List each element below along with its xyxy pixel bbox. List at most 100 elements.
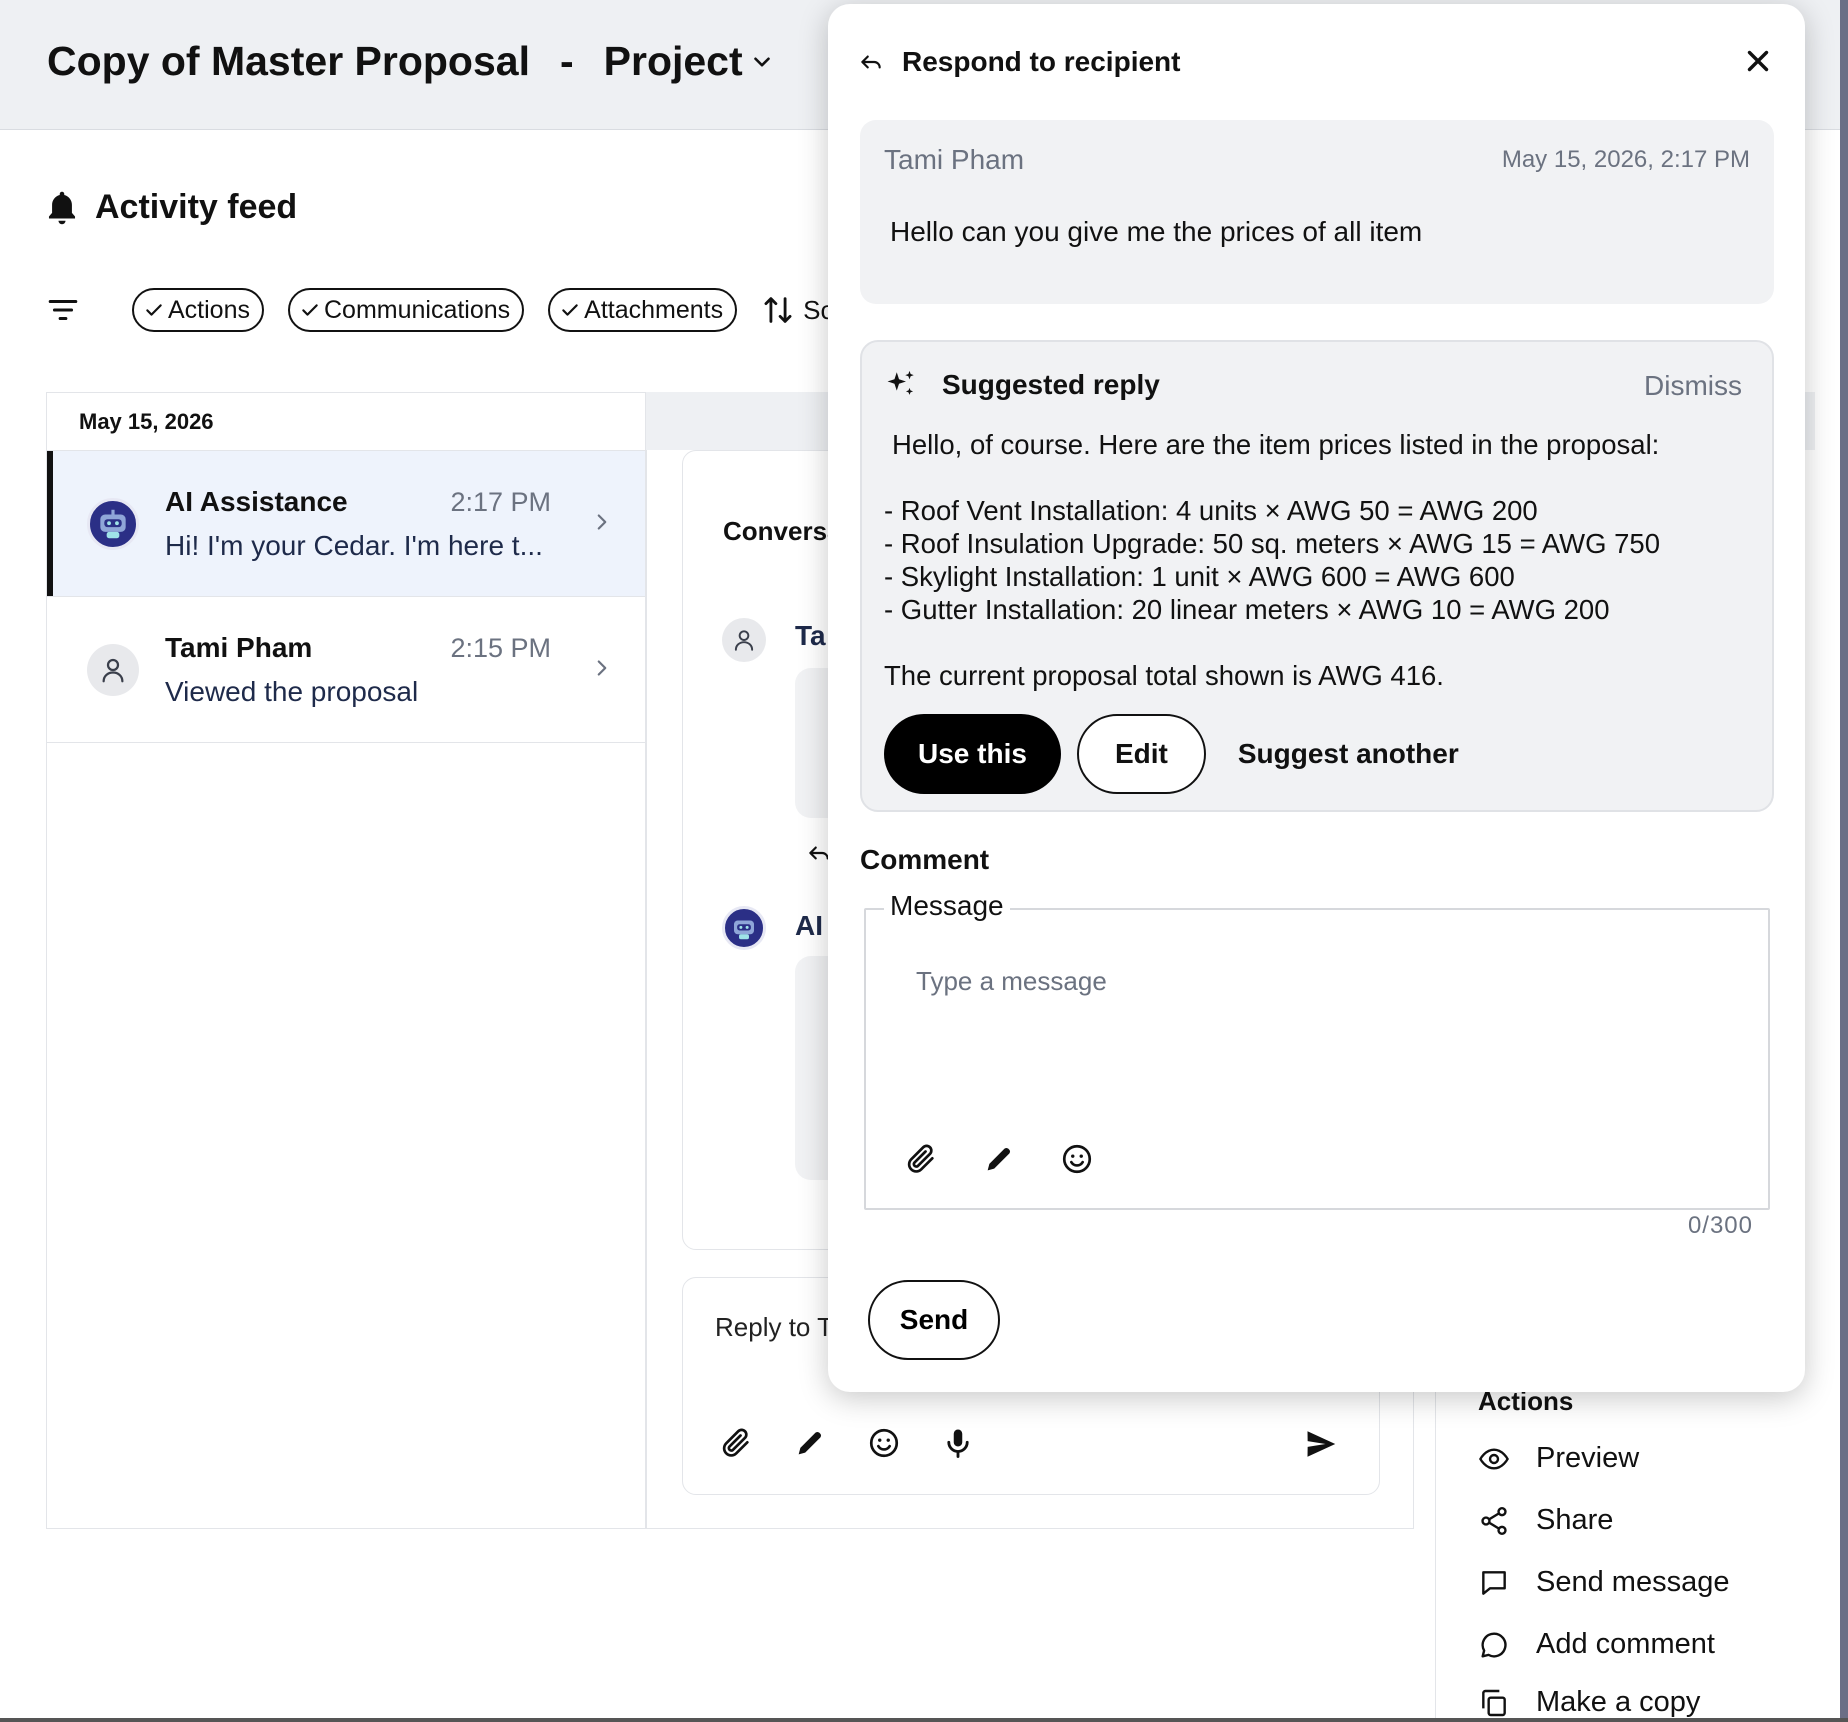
reply-input[interactable]: Reply to T (715, 1312, 833, 1343)
item-text: Tami Pham 2:15 PM Viewed the proposal (165, 632, 551, 708)
item-time: 2:15 PM (450, 632, 551, 663)
list-item[interactable]: AI Assistance 2:17 PM Hi! I'm your Cedar… (47, 451, 645, 597)
modal-title: Respond to recipient (902, 46, 1181, 77)
sort-button[interactable]: Sc (761, 293, 833, 327)
filter-icon[interactable] (46, 293, 80, 327)
original-message: Tami Pham May 15, 2026, 2:17 PM Hello ca… (860, 120, 1774, 304)
bell-icon (48, 191, 76, 224)
use-this-button[interactable]: Use this (884, 714, 1061, 794)
paperclip-icon[interactable] (904, 1142, 938, 1176)
message-sender: Tami Pham (884, 144, 1025, 175)
action-make-copy[interactable]: Make a copy (1478, 1686, 1700, 1719)
item-preview: Viewed the proposal (165, 675, 419, 707)
message-sender: Ta (795, 620, 826, 651)
avatar (87, 643, 139, 696)
conversation-title: Conversa (723, 516, 842, 546)
filter-chip-actions[interactable]: Actions (132, 288, 264, 332)
reply-toolbar (719, 1426, 975, 1460)
sparkle-icon (887, 370, 914, 395)
item-preview: Hi! I'm your Cedar. I'm here t... (165, 529, 543, 561)
item-name: Tami Pham (165, 631, 313, 663)
message-text: Hello can you give me the prices of all … (890, 216, 1423, 247)
project-selector[interactable]: Project (604, 38, 775, 85)
page-title: Copy of Master Proposal - Project (47, 38, 775, 85)
actions-panel: Actions Preview Share Send message Add c… (1435, 1360, 1840, 1722)
action-label: Make a copy (1536, 1686, 1701, 1718)
action-label: Preview (1536, 1442, 1640, 1474)
action-label: Send message (1536, 1566, 1730, 1598)
pencil-icon[interactable] (982, 1142, 1016, 1176)
avatar (722, 906, 766, 950)
paperclip-icon[interactable] (719, 1426, 753, 1460)
dismiss-button[interactable]: Dismiss (1644, 370, 1742, 402)
action-preview[interactable]: Preview (1478, 1442, 1639, 1475)
project-label: Project (603, 38, 743, 84)
pencil-icon[interactable] (793, 1426, 827, 1460)
check-icon (146, 304, 162, 316)
item-text: AI Assistance 2:17 PM Hi! I'm your Cedar… (165, 486, 551, 562)
item-name: AI Assistance (165, 485, 348, 517)
share-icon (1481, 1506, 1507, 1535)
suggested-reply-header: Suggested reply (884, 368, 1160, 402)
date-group-header: May 15, 2026 (47, 393, 645, 451)
suggestion-line: - Gutter Installation: 20 linear meters … (884, 594, 1610, 625)
suggestion-total: The current proposal total shown is AWG … (884, 660, 1444, 691)
comment-label: Comment (860, 844, 990, 875)
window-edge (1840, 0, 1848, 1722)
message-input[interactable]: Type a message (916, 966, 1107, 997)
message-toolbar (904, 1142, 1094, 1176)
reply-arrow-icon (861, 55, 881, 69)
chip-label: Actions (168, 295, 250, 324)
filter-chip-communications[interactable]: Communications (287, 288, 525, 332)
send-icon[interactable] (1303, 1426, 1339, 1462)
sort-icon (764, 297, 792, 323)
action-add-comment[interactable]: Add comment (1478, 1628, 1715, 1661)
activity-feed-header: Activity feed (45, 188, 297, 227)
message-timestamp: May 15, 2026, 2:17 PM (1501, 146, 1750, 173)
smiley-icon[interactable] (867, 1426, 901, 1460)
copy-icon (1482, 1689, 1506, 1716)
proposal-title: Copy of Master Proposal (47, 38, 530, 84)
chevron-down-icon (753, 56, 770, 67)
chip-label: Communications (323, 295, 511, 324)
chip-label: Attachments (584, 295, 724, 324)
suggestion-intro: Hello, of course. Here are the item pric… (892, 429, 1660, 460)
suggestion-line: - Roof Vent Installation: 4 units × AWG … (884, 495, 1538, 526)
smiley-icon[interactable] (1060, 1142, 1094, 1176)
suggest-another-button[interactable]: Suggest another (1238, 738, 1459, 770)
robot-icon (100, 509, 126, 538)
suggestion-line: - Roof Insulation Upgrade: 50 sq. meters… (884, 528, 1660, 559)
action-share[interactable]: Share (1478, 1504, 1613, 1537)
edit-button[interactable]: Edit (1076, 714, 1206, 794)
item-time: 2:17 PM (450, 486, 551, 517)
suggested-reply-card: Suggested reply Dismiss Hello, of course… (860, 340, 1774, 812)
user-icon (102, 658, 124, 682)
user-icon (734, 630, 754, 651)
message-field[interactable]: Message Type a message (864, 890, 1770, 1210)
title-separator: - (559, 38, 574, 84)
check-icon (562, 304, 578, 316)
respond-modal: Respond to recipient Tami Pham May 15, 2… (828, 4, 1805, 1392)
message-sender: AI (795, 910, 823, 941)
avatar (722, 618, 766, 662)
suggested-reply-title: Suggested reply (942, 369, 1160, 400)
send-button[interactable]: Send (868, 1280, 1000, 1360)
chevron-right-icon (597, 660, 607, 676)
character-counter: 0/300 (1687, 1212, 1753, 1239)
filter-row: Actions Communications Attachments Sc (46, 288, 833, 332)
message-legend: Message (884, 890, 1010, 922)
filter-chip-attachments[interactable]: Attachments (548, 288, 738, 332)
modal-header: Respond to recipient (858, 46, 1180, 78)
list-item[interactable]: Tami Pham 2:15 PM Viewed the proposal (47, 597, 645, 743)
activity-list: May 15, 2026 AI Assistance 2:17 PM Hi! I… (46, 392, 646, 1529)
action-label: Add comment (1536, 1628, 1715, 1660)
microphone-icon[interactable] (941, 1426, 975, 1460)
close-icon[interactable] (1741, 44, 1775, 78)
message-square-icon (1482, 1570, 1506, 1595)
comment-bubble-icon (1481, 1631, 1507, 1658)
check-icon (302, 304, 318, 316)
avatar (87, 497, 139, 550)
action-send-message[interactable]: Send message (1478, 1566, 1729, 1599)
eye-icon (1479, 1447, 1509, 1470)
robot-icon (734, 920, 754, 940)
